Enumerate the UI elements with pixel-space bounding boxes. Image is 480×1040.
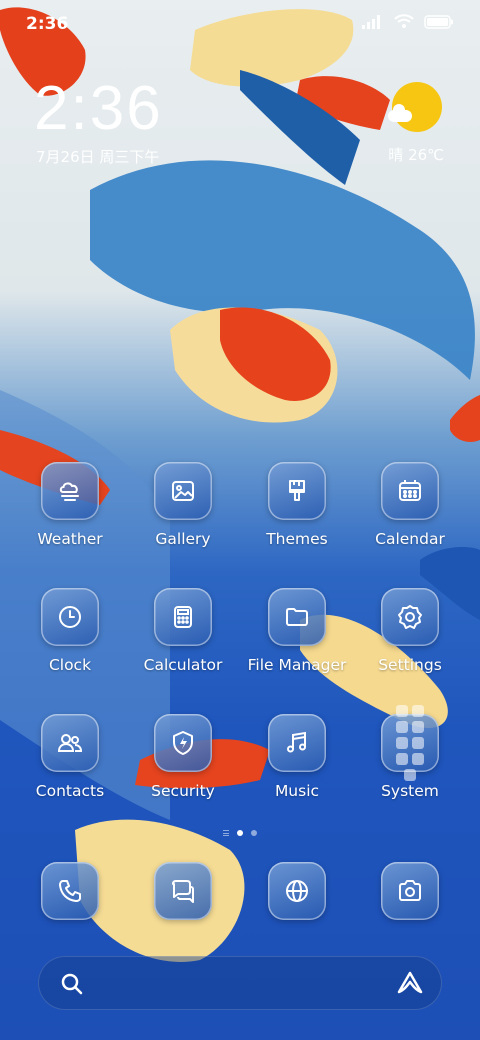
app-label: File Manager: [247, 656, 347, 674]
app-calendar[interactable]: Calendar: [353, 462, 467, 548]
app-label: Music: [274, 782, 320, 800]
phone-icon: [41, 862, 99, 920]
app-label: Settings: [378, 656, 442, 674]
gear-icon: [381, 588, 439, 646]
app-contacts[interactable]: Contacts: [13, 714, 127, 800]
page-indicator[interactable]: [0, 830, 480, 836]
shield-icon: [154, 714, 212, 772]
weather-widget[interactable]: 晴 26℃: [388, 82, 444, 165]
app-label: Weather: [37, 530, 103, 548]
status-time: 2:36: [26, 14, 69, 34]
themes-icon: [268, 462, 326, 520]
clock-icon: [41, 588, 99, 646]
page-dot-active: [237, 830, 243, 836]
app-security[interactable]: Security: [126, 714, 240, 800]
calculator-icon: [154, 588, 212, 646]
app-themes[interactable]: Themes: [240, 462, 354, 548]
app-settings[interactable]: Settings: [353, 588, 467, 674]
search-bar[interactable]: [38, 956, 442, 1010]
folder-grid-icon: [381, 705, 439, 781]
app-label: Themes: [266, 530, 328, 548]
app-label: Contacts: [35, 782, 105, 800]
cloud-icon: [388, 104, 412, 122]
gallery-icon: [154, 462, 212, 520]
folder-icon: [268, 588, 326, 646]
app-label: Security: [151, 782, 215, 800]
page-list-icon: [223, 830, 229, 836]
weather-icon: [41, 462, 99, 520]
app-label: Clock: [48, 656, 92, 674]
clock-widget-time[interactable]: 2:36: [34, 74, 163, 144]
app-music[interactable]: Music: [240, 714, 354, 800]
contacts-icon: [41, 714, 99, 772]
browser-icon: [268, 862, 326, 920]
sunny-weather-icon: [388, 82, 442, 132]
camera-icon: [381, 862, 439, 920]
dock-messages[interactable]: [126, 862, 240, 920]
status-icons: [362, 14, 454, 29]
app-weather[interactable]: Weather: [13, 462, 127, 548]
dock-phone[interactable]: [13, 862, 127, 920]
dock-browser[interactable]: [240, 862, 354, 920]
music-icon: [268, 714, 326, 772]
page-dot: [251, 830, 257, 836]
status-bar: 2:36: [0, 0, 480, 50]
app-gallery[interactable]: Gallery: [126, 462, 240, 548]
calendar-icon: [381, 462, 439, 520]
app-system-folder[interactable]: System: [353, 705, 467, 800]
search-icon: [61, 973, 83, 995]
wifi-icon: [394, 14, 414, 28]
app-label: Calendar: [375, 530, 445, 548]
messages-icon: [154, 862, 212, 920]
dock-camera[interactable]: [353, 862, 467, 920]
signal-icon: [362, 14, 380, 29]
app-calculator[interactable]: Calculator: [126, 588, 240, 674]
app-label: Calculator: [143, 656, 223, 674]
battery-icon: [424, 14, 453, 29]
app-label: Gallery: [155, 530, 211, 548]
app-label: System: [381, 782, 439, 800]
weather-text: 晴 26℃: [388, 146, 444, 164]
app-file-manager[interactable]: File Manager: [240, 588, 354, 674]
app-clock[interactable]: Clock: [13, 588, 127, 674]
clock-widget-date: 7月26日 周三下午: [36, 148, 160, 166]
assistant-icon[interactable]: [396, 970, 424, 996]
